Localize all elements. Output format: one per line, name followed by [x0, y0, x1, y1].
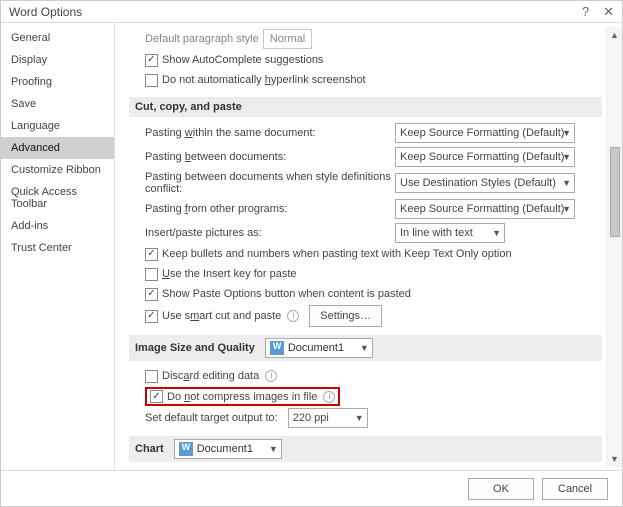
- hyperlink-screenshot-label: Do not automatically hyperlink screensho…: [162, 74, 366, 86]
- dialog-footer: OK Cancel: [1, 470, 622, 506]
- chevron-down-icon: ▼: [360, 343, 369, 353]
- content-panel: Default paragraph style Normal Show Auto…: [115, 23, 622, 471]
- paste-same-doc-combo[interactable]: Keep Source Formatting (Default)▼: [395, 123, 575, 143]
- insert-key-checkbox[interactable]: [145, 268, 158, 281]
- close-icon[interactable]: ✕: [603, 4, 614, 20]
- hyperlink-screenshot-checkbox[interactable]: [145, 74, 158, 87]
- paste-other-programs-combo[interactable]: Keep Source Formatting (Default)▼: [395, 199, 575, 219]
- autocomplete-label: Show AutoComplete suggestions: [162, 54, 323, 66]
- sidebar-item-advanced[interactable]: Advanced: [1, 137, 114, 159]
- paste-options-label: Show Paste Options button when content i…: [162, 288, 411, 300]
- default-target-combo[interactable]: 220 ppi▼: [288, 408, 368, 428]
- discard-editing-checkbox[interactable]: [145, 370, 158, 383]
- insert-key-label: Use the Insert key for paste: [162, 268, 297, 280]
- paste-between-doc-label: Pasting between documents:: [145, 151, 395, 163]
- sidebar-item-qat[interactable]: Quick Access Toolbar: [1, 181, 114, 215]
- chevron-down-icon: ▼: [492, 228, 501, 238]
- sidebar-item-save[interactable]: Save: [1, 93, 114, 115]
- default-target-label: Set default target output to:: [145, 412, 278, 424]
- chevron-down-icon: ▼: [562, 204, 571, 214]
- help-icon[interactable]: ?: [582, 4, 589, 20]
- sidebar-item-trust-center[interactable]: Trust Center: [1, 237, 114, 259]
- info-icon[interactable]: i: [287, 310, 299, 322]
- sidebar-item-proofing[interactable]: Proofing: [1, 71, 114, 93]
- cancel-button[interactable]: Cancel: [542, 478, 608, 500]
- default-paragraph-style-label: Default paragraph style: [145, 33, 259, 45]
- chevron-down-icon: ▼: [355, 413, 364, 423]
- paste-between-conflict-label: Pasting between documents when style def…: [145, 171, 395, 195]
- insert-pictures-combo[interactable]: In line with text▼: [395, 223, 505, 243]
- no-compress-label: Do not compress images in file: [167, 391, 317, 403]
- info-icon[interactable]: i: [265, 370, 277, 382]
- paste-between-doc-combo[interactable]: Keep Source Formatting (Default)▼: [395, 147, 575, 167]
- discard-editing-label: Discard editing data: [162, 370, 259, 382]
- insert-pictures-label: Insert/paste pictures as:: [145, 227, 395, 239]
- paste-options-checkbox[interactable]: [145, 288, 158, 301]
- smart-cut-paste-label: Use smart cut and paste: [162, 310, 281, 322]
- vertical-scrollbar[interactable]: ▲ ▼: [606, 27, 622, 467]
- word-doc-icon: [179, 442, 193, 456]
- section-image-size-quality: Image Size and Quality Document1▼: [129, 335, 602, 361]
- sidebar-item-customize-ribbon[interactable]: Customize Ribbon: [1, 159, 114, 181]
- section-chart: Chart Document1▼: [129, 436, 602, 462]
- sidebar-item-general[interactable]: General: [1, 27, 114, 49]
- scroll-down-icon[interactable]: ▼: [607, 451, 622, 467]
- window-title: Word Options: [9, 5, 82, 19]
- keep-bullets-label: Keep bullets and numbers when pasting te…: [162, 248, 512, 260]
- paste-same-doc-label: Pasting within the same document:: [145, 127, 395, 139]
- chevron-down-icon: ▼: [562, 178, 571, 188]
- chevron-down-icon: ▼: [269, 444, 278, 454]
- word-doc-icon: [270, 341, 284, 355]
- default-paragraph-style-combo[interactable]: Normal: [263, 29, 312, 49]
- sidebar-item-addins[interactable]: Add-ins: [1, 215, 114, 237]
- sidebar-item-display[interactable]: Display: [1, 49, 114, 71]
- highlight-box: Do not compress images in file i: [145, 387, 340, 406]
- no-compress-checkbox[interactable]: [150, 390, 163, 403]
- smart-cut-paste-checkbox[interactable]: [145, 310, 158, 323]
- chevron-down-icon: ▼: [562, 128, 571, 138]
- autocomplete-checkbox[interactable]: [145, 54, 158, 67]
- ok-button[interactable]: OK: [468, 478, 534, 500]
- section-cut-copy-paste: Cut, copy, and paste: [129, 97, 602, 117]
- chart-target-doc-combo[interactable]: Document1▼: [174, 439, 282, 459]
- settings-button[interactable]: Settings…: [309, 305, 382, 327]
- scrollbar-thumb[interactable]: [610, 147, 620, 237]
- sidebar: General Display Proofing Save Language A…: [1, 23, 115, 471]
- paste-other-programs-label: Pasting from other programs:: [145, 203, 395, 215]
- image-target-doc-combo[interactable]: Document1▼: [265, 338, 373, 358]
- keep-bullets-checkbox[interactable]: [145, 248, 158, 261]
- sidebar-item-language[interactable]: Language: [1, 115, 114, 137]
- paste-between-conflict-combo[interactable]: Use Destination Styles (Default)▼: [395, 173, 575, 193]
- scroll-up-icon[interactable]: ▲: [607, 27, 622, 43]
- titlebar: Word Options ? ✕: [1, 1, 622, 23]
- info-icon[interactable]: i: [323, 391, 335, 403]
- chevron-down-icon: ▼: [562, 152, 571, 162]
